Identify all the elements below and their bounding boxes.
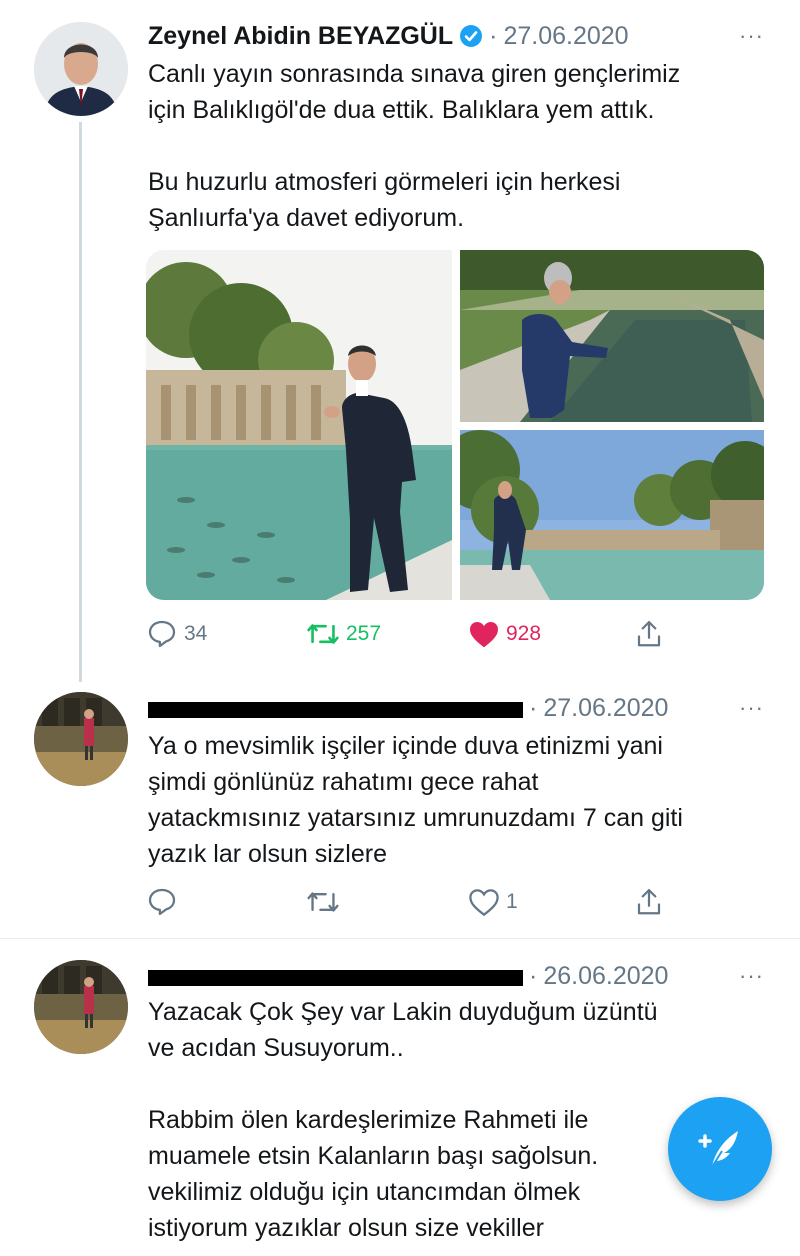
redacted-author [148, 970, 523, 986]
separator-dot: · [529, 961, 538, 990]
tweet-header: Zeynel Abidin BEYAZGÜL · 27.06.2020 [148, 16, 760, 56]
reply-icon [148, 888, 176, 916]
retweet-icon [307, 892, 339, 912]
tweet-1[interactable]: Zeynel Abidin BEYAZGÜL · 27.06.2020 ··· … [0, 0, 800, 690]
more-options-button[interactable]: ··· [739, 956, 764, 996]
verified-badge-icon [459, 24, 483, 48]
share-icon [637, 621, 661, 647]
more-options-button[interactable]: ··· [739, 16, 764, 56]
tweet-2[interactable]: · 27.06.2020 ··· Ya o mevsimlik işçiler … [0, 688, 800, 938]
share-button[interactable] [634, 882, 664, 922]
thread-line [79, 122, 82, 682]
photo-1[interactable] [146, 250, 452, 600]
tweet-text: Ya o mevsimlik işçiler içinde duva etini… [148, 732, 683, 868]
tweet-actions: 1 [146, 882, 676, 922]
tweet-text: Yazacak Çok Şey var Lakin duyduğum üzünt… [148, 998, 658, 1242]
heart-icon [470, 622, 498, 648]
tweet-date[interactable]: 26.06.2020 [543, 962, 668, 991]
tweet-date[interactable]: 27.06.2020 [543, 694, 668, 723]
retweet-count: 257 [346, 622, 382, 645]
tweet-header: · 26.06.2020 [148, 956, 760, 996]
retweet-button[interactable] [306, 882, 340, 922]
compose-tweet-icon [698, 1131, 738, 1168]
avatar-portrait [34, 22, 128, 116]
avatar[interactable] [34, 22, 128, 116]
tweet-actions: 34 257 928 [146, 614, 676, 654]
compose-tweet-button[interactable] [668, 1097, 772, 1201]
like-button[interactable]: 928 [468, 614, 541, 654]
separator-dot: · [529, 693, 538, 722]
author-name[interactable]: Zeynel Abidin BEYAZGÜL [148, 22, 453, 51]
tweet-header: · 27.06.2020 [148, 688, 760, 728]
tweet-3[interactable]: · 26.06.2020 ··· Yazacak Çok Şey var Lak… [0, 956, 800, 1256]
retweet-icon [307, 624, 339, 644]
share-icon [637, 889, 661, 915]
tweet-date[interactable]: 27.06.2020 [503, 22, 628, 51]
tweet-text: Canlı yayın sonrasında sınava giren genç… [148, 60, 681, 232]
heart-icon [469, 889, 499, 917]
retweet-button[interactable]: 257 [306, 614, 381, 654]
share-button[interactable] [634, 614, 664, 654]
reply-button[interactable]: 34 [146, 614, 207, 654]
photo-3[interactable] [460, 430, 764, 600]
reply-button[interactable] [146, 882, 178, 922]
like-count: 1 [506, 890, 518, 913]
avatar[interactable] [34, 960, 128, 1054]
tweet-divider [0, 938, 800, 939]
reply-count: 34 [184, 622, 208, 645]
avatar-photo [34, 692, 128, 786]
tweet-media-grid[interactable] [146, 250, 764, 600]
like-button[interactable]: 1 [468, 882, 518, 922]
reply-icon [148, 620, 176, 648]
avatar[interactable] [34, 692, 128, 786]
like-count: 928 [506, 622, 542, 645]
more-options-button[interactable]: ··· [739, 688, 764, 728]
photo-2[interactable] [460, 250, 764, 422]
separator-dot: · [489, 21, 498, 50]
avatar-photo [34, 960, 128, 1054]
redacted-author [148, 702, 523, 718]
